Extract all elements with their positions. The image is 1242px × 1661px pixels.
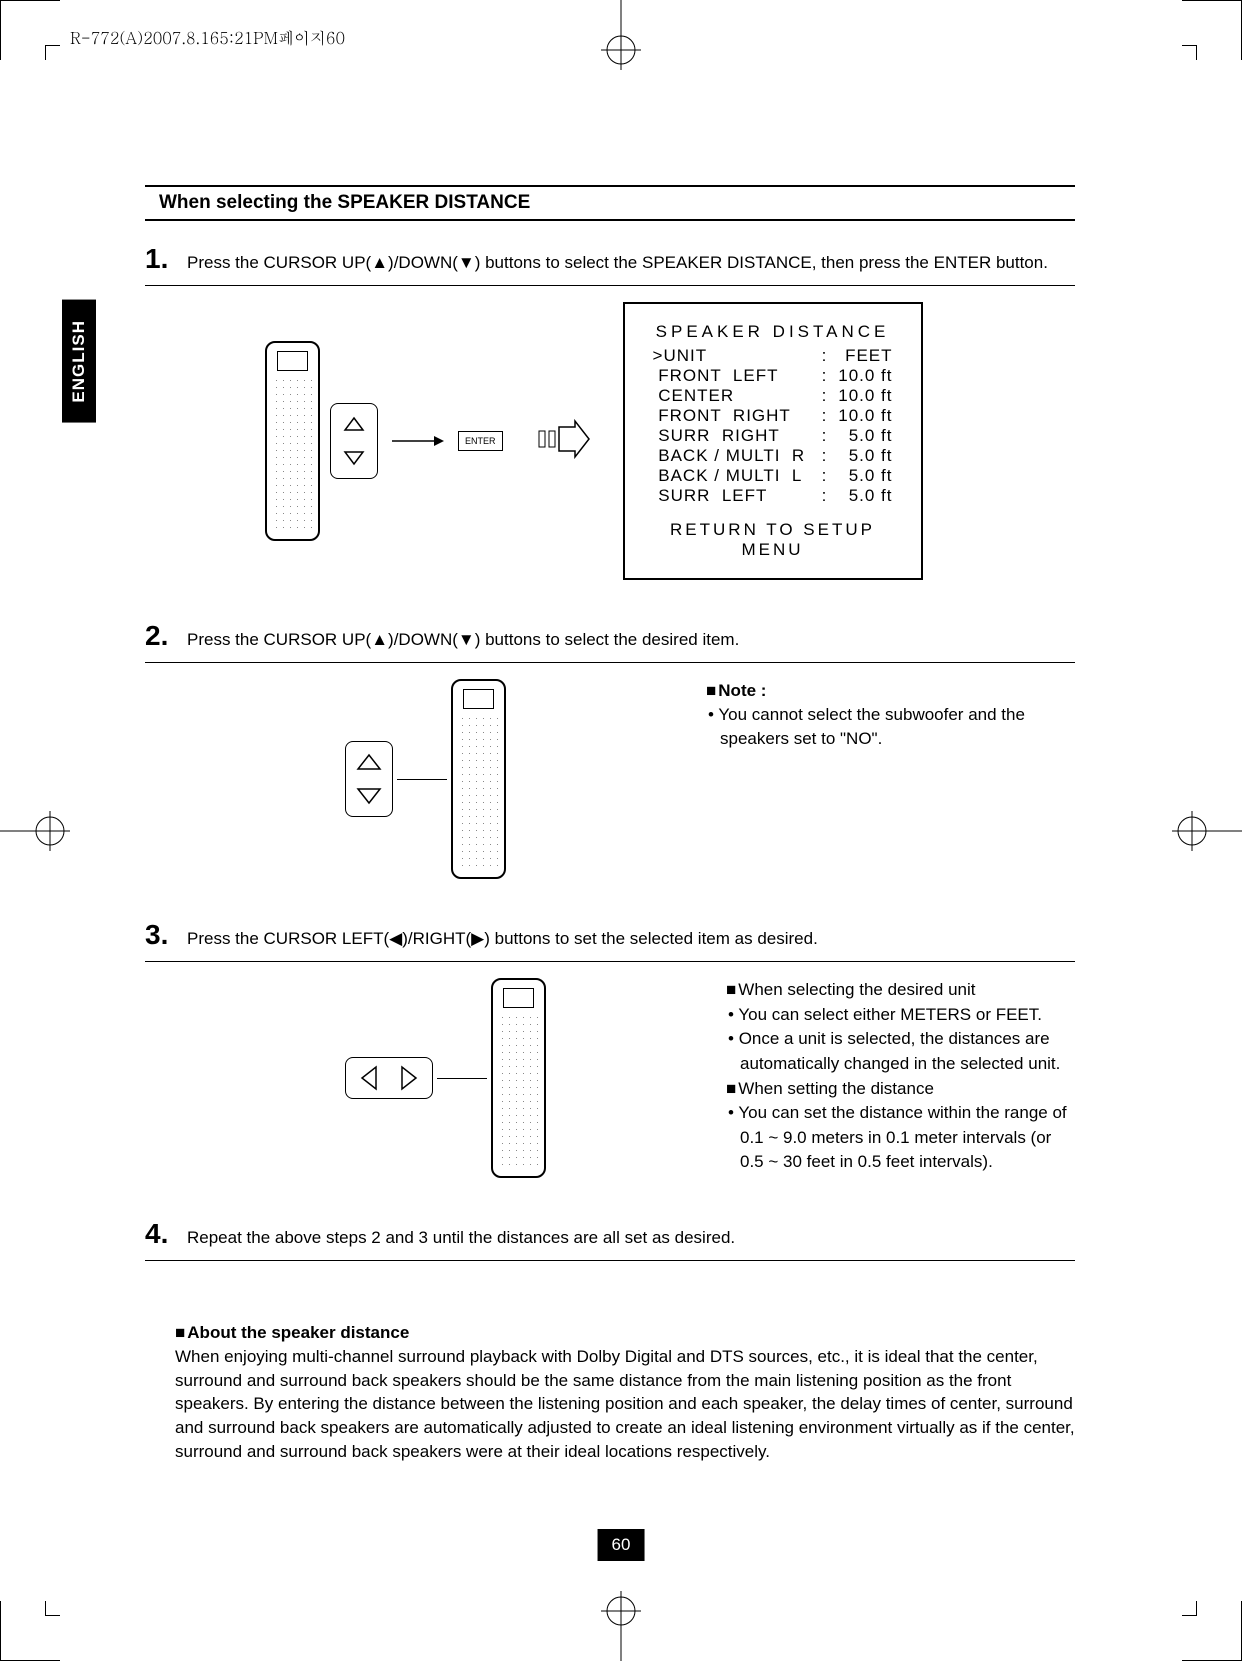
crop-mark xyxy=(45,45,60,60)
crop-mark xyxy=(45,1601,60,1616)
file-header: R-772(A)2007.8.165:21PM페이지60 xyxy=(70,26,345,49)
osd-row: SURR LEFT:5.0 ft xyxy=(653,486,893,506)
crop-mark xyxy=(1182,45,1197,60)
leader-line xyxy=(437,1078,487,1079)
step-1: 1. Press the CURSOR UP(▲)/DOWN(▼) button… xyxy=(145,243,1075,600)
page-content: When selecting the SPEAKER DISTANCE 1. P… xyxy=(145,185,1075,1464)
note-text: • You cannot select the subwoofer and th… xyxy=(706,703,1075,751)
cursor-left-right-callout xyxy=(345,1057,433,1099)
subheading: When setting the distance xyxy=(726,1077,1075,1102)
note-block: Note : • You cannot select the subwoofer… xyxy=(706,679,1075,750)
step-number: 3. xyxy=(145,919,175,951)
step-text: Press the CURSOR UP(▲)/DOWN(▼) buttons t… xyxy=(187,628,739,652)
registration-mark-icon xyxy=(591,0,651,70)
bullet: • You can select either METERS or FEET. xyxy=(726,1003,1075,1028)
osd-row: FRONT RIGHT:10.0 ft xyxy=(653,406,893,426)
step-number: 2. xyxy=(145,620,175,652)
osd-return: RETURN TO SETUP MENU xyxy=(653,520,893,560)
language-tab: ENGLISH xyxy=(62,300,96,423)
cursor-up-down-callout xyxy=(345,741,393,817)
arrow-icon xyxy=(388,431,448,451)
page-number: 60 xyxy=(598,1529,645,1561)
step-2: 2. Press the CURSOR UP(▲)/DOWN(▼) button… xyxy=(145,620,1075,899)
registration-mark-icon xyxy=(0,801,70,861)
osd-screen: SPEAKER DISTANCE >UNIT:FEET FRONT LEFT:1… xyxy=(623,302,923,580)
cursor-left-icon xyxy=(352,1064,386,1092)
leader-line xyxy=(397,779,447,780)
osd-row: >UNIT:FEET xyxy=(653,346,893,366)
cursor-down-icon xyxy=(352,782,386,810)
step-number: 4. xyxy=(145,1218,175,1250)
remote-control-illustration xyxy=(451,679,506,879)
registration-mark-icon xyxy=(1172,801,1242,861)
about-section: About the speaker distance When enjoying… xyxy=(145,1321,1075,1464)
osd-title: SPEAKER DISTANCE xyxy=(653,322,893,342)
osd-row: BACK / MULTI R:5.0 ft xyxy=(653,446,893,466)
cursor-up-icon xyxy=(337,410,371,438)
osd-row: SURR RIGHT:5.0 ft xyxy=(653,426,893,446)
osd-row: BACK / MULTI L:5.0 ft xyxy=(653,466,893,486)
step-3-notes: When selecting the desired unit • You ca… xyxy=(726,978,1075,1175)
big-arrow-icon xyxy=(533,417,593,466)
cursor-right-icon xyxy=(392,1064,426,1092)
cursor-up-icon xyxy=(352,748,386,776)
step-4: 4. Repeat the above steps 2 and 3 until … xyxy=(145,1218,1075,1261)
about-body: When enjoying multi-channel surround pla… xyxy=(175,1345,1075,1464)
section-title-bar: When selecting the SPEAKER DISTANCE xyxy=(145,185,1075,221)
osd-row: FRONT LEFT:10.0 ft xyxy=(653,366,893,386)
remote-control-illustration xyxy=(491,978,546,1178)
cursor-up-down-callout xyxy=(330,403,378,479)
cursor-down-icon xyxy=(337,444,371,472)
enter-button-illustration: ENTER xyxy=(458,431,503,451)
step-text: Repeat the above steps 2 and 3 until the… xyxy=(187,1226,735,1250)
step-text: Press the CURSOR UP(▲)/DOWN(▼) buttons t… xyxy=(187,251,1048,275)
remote-control-illustration xyxy=(265,341,320,541)
subheading: When selecting the desired unit xyxy=(726,978,1075,1003)
registration-mark-icon xyxy=(591,1591,651,1661)
osd-row: CENTER:10.0 ft xyxy=(653,386,893,406)
note-title: Note : xyxy=(706,681,766,700)
bullet: • Once a unit is selected, the distances… xyxy=(726,1027,1075,1076)
step-text: Press the CURSOR LEFT(◀)/RIGHT(▶) button… xyxy=(187,927,818,951)
step-number: 1. xyxy=(145,243,175,275)
section-title: When selecting the SPEAKER DISTANCE xyxy=(145,192,1075,214)
crop-mark xyxy=(1182,1601,1197,1616)
about-title: About the speaker distance xyxy=(175,1323,409,1342)
step-3: 3. Press the CURSOR LEFT(◀)/RIGHT(▶) but… xyxy=(145,919,1075,1198)
bullet: • You can set the distance within the ra… xyxy=(726,1101,1075,1175)
